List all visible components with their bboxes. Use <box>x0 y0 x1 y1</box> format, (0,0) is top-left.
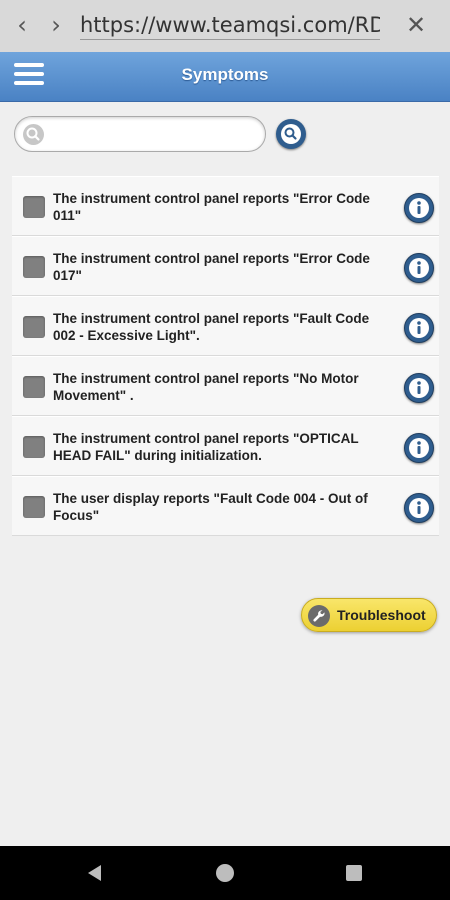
search-icon <box>23 124 44 145</box>
symptom-checkbox[interactable] <box>23 496 45 518</box>
info-button[interactable] <box>404 493 434 523</box>
symptom-checkbox[interactable] <box>23 196 45 218</box>
info-button[interactable] <box>404 373 434 403</box>
info-icon <box>409 258 429 278</box>
recents-square-icon[interactable] <box>346 865 362 881</box>
info-button[interactable] <box>404 193 434 223</box>
search-box[interactable] <box>14 116 266 152</box>
page-title: Symptoms <box>181 65 269 84</box>
search-button[interactable] <box>276 119 306 149</box>
list-item[interactable]: The instrument control panel reports "OP… <box>12 416 439 476</box>
back-triangle-icon[interactable] <box>86 864 104 882</box>
search-input[interactable] <box>51 123 257 147</box>
close-icon[interactable]: ✕ <box>403 12 429 38</box>
symptom-checkbox[interactable] <box>23 436 45 458</box>
list-item[interactable]: The instrument control panel reports "Fa… <box>12 296 439 356</box>
list-item[interactable]: The instrument control panel reports "No… <box>12 356 439 416</box>
troubleshoot-label: Troubleshoot <box>337 607 426 623</box>
info-icon <box>409 498 429 518</box>
hamburger-menu-icon[interactable] <box>14 63 44 87</box>
browser-toolbar: ‹ › https://www.teamqsi.com/RDS/ ✕ <box>0 0 450 52</box>
info-icon <box>409 318 429 338</box>
wrench-icon <box>308 605 330 627</box>
info-button[interactable] <box>404 433 434 463</box>
symptom-checkbox[interactable] <box>23 376 45 398</box>
home-circle-icon[interactable] <box>216 864 234 882</box>
info-icon <box>409 198 429 218</box>
forward-arrow-icon[interactable]: › <box>44 12 68 38</box>
symptom-text: The instrument control panel reports "Er… <box>53 251 370 283</box>
url-field[interactable]: https://www.teamqsi.com/RDS/ <box>80 10 380 40</box>
symptom-text: The instrument control panel reports "Er… <box>53 191 370 223</box>
info-button[interactable] <box>404 313 434 343</box>
symptom-text: The instrument control panel reports "OP… <box>53 431 359 463</box>
system-nav-bar <box>0 846 450 900</box>
app-header: Symptoms <box>0 52 450 102</box>
symptom-checkbox[interactable] <box>23 256 45 278</box>
list-item[interactable]: The instrument control panel reports "Er… <box>12 236 439 296</box>
info-icon <box>409 378 429 398</box>
symptom-text: The user display reports "Fault Code 004… <box>53 491 368 523</box>
symptom-list: The instrument control panel reports "Er… <box>12 176 439 536</box>
list-item[interactable]: The instrument control panel reports "Er… <box>12 176 439 236</box>
troubleshoot-button[interactable]: Troubleshoot <box>301 598 437 632</box>
info-button[interactable] <box>404 253 434 283</box>
back-arrow-icon[interactable]: ‹ <box>10 12 34 38</box>
symptom-text: The instrument control panel reports "Fa… <box>53 311 370 343</box>
search-icon <box>281 124 301 144</box>
info-icon <box>409 438 429 458</box>
symptom-text: The instrument control panel reports "No… <box>53 371 359 403</box>
symptom-checkbox[interactable] <box>23 316 45 338</box>
list-item[interactable]: The user display reports "Fault Code 004… <box>12 476 439 536</box>
